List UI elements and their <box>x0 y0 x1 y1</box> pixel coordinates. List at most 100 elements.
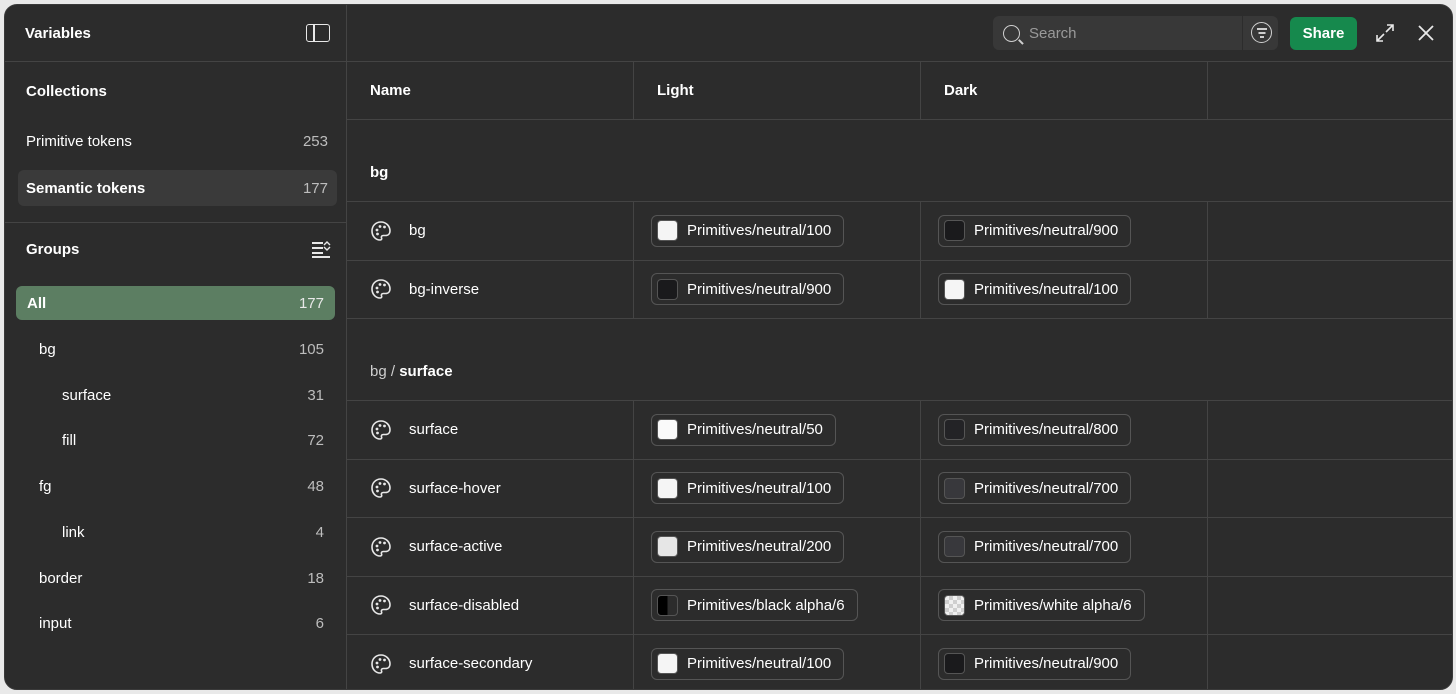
variable-name-cell[interactable]: bg <box>347 202 634 260</box>
light-value-cell[interactable]: Primitives/neutral/100 <box>634 459 921 517</box>
palette-icon <box>370 220 392 242</box>
empty-cell <box>1208 261 1452 319</box>
alias-chip[interactable]: Primitives/neutral/200 <box>651 530 845 563</box>
variable-name-cell[interactable]: surface-active <box>347 518 634 576</box>
alias-label: Primitives/neutral/900 <box>687 280 832 298</box>
variable-name-cell[interactable]: surface-secondary <box>347 635 634 689</box>
alias-label: Primitives/neutral/100 <box>687 222 832 240</box>
alias-chip[interactable]: Primitives/neutral/900 <box>651 273 845 306</box>
column-header-dark[interactable]: Dark <box>921 62 1208 119</box>
light-value-cell[interactable]: Primitives/black alpha/6 <box>634 576 921 634</box>
sort-groups-icon[interactable] <box>312 240 332 258</box>
variable-name: surface-active <box>409 538 503 556</box>
share-button[interactable]: Share <box>1290 17 1357 50</box>
expand-icon[interactable] <box>1375 23 1395 43</box>
collections-section: Collections Primitive tokens 253 Semanti… <box>5 62 346 223</box>
table-row[interactable]: surface-disabled Primitives/black alpha/6… <box>347 576 1452 635</box>
toolbar: Share <box>347 5 1452 62</box>
table-row[interactable]: surface-hover Primitives/neutral/100 Primi… <box>347 459 1452 518</box>
variable-name-cell[interactable]: surface-disabled <box>347 576 634 634</box>
search-box[interactable] <box>993 16 1278 50</box>
color-swatch <box>657 594 678 616</box>
alias-chip[interactable]: Primitives/neutral/100 <box>651 647 845 680</box>
column-header-name[interactable]: Name <box>347 62 634 119</box>
table-row[interactable]: bg Primitives/neutral/100 Primitives/neutr… <box>347 202 1452 261</box>
groups-heading: Groups <box>26 240 80 258</box>
variable-name-cell[interactable]: surface-hover <box>347 459 634 517</box>
sidebar-header: Variables <box>5 5 346 62</box>
table-row[interactable]: surface-active Primitives/neutral/200 Prim… <box>347 518 1452 577</box>
color-swatch <box>657 653 678 675</box>
group-label: link <box>62 523 85 541</box>
collection-semantic-tokens[interactable]: Semantic tokens 177 <box>18 170 337 206</box>
collection-label: Primitive tokens <box>26 132 132 150</box>
group-item-all[interactable]: All 177 <box>16 286 335 320</box>
group-item-fg[interactable]: fg 48 <box>16 469 335 503</box>
group-count: 4 <box>315 523 324 541</box>
empty-cell <box>1208 202 1452 260</box>
alias-label: Primitives/neutral/800 <box>974 421 1119 439</box>
group-label: bg <box>39 340 56 358</box>
collection-primitive-tokens[interactable]: Primitive tokens 253 <box>18 123 337 159</box>
color-swatch <box>657 419 678 441</box>
group-item-link[interactable]: link 4 <box>16 515 335 549</box>
alias-chip[interactable]: Primitives/neutral/100 <box>938 273 1132 306</box>
group-label: fill <box>62 431 77 449</box>
alias-chip[interactable]: Primitives/neutral/900 <box>938 647 1132 680</box>
light-value-cell[interactable]: Primitives/neutral/100 <box>634 202 921 260</box>
variable-name: surface-disabled <box>409 596 520 614</box>
table-row[interactable]: bg-inverse Primitives/neutral/900 Primitiv… <box>347 260 1452 319</box>
group-count: 48 <box>307 477 324 495</box>
alias-chip[interactable]: Primitives/neutral/100 <box>651 214 845 247</box>
variable-name: bg-inverse <box>409 280 480 298</box>
column-header-light[interactable]: Light <box>634 62 921 119</box>
light-value-cell[interactable]: Primitives/neutral/100 <box>634 635 921 689</box>
dark-value-cell[interactable]: Primitives/neutral/900 <box>921 202 1208 260</box>
groups-header: Groups <box>5 240 347 258</box>
table-row[interactable]: surface-secondary Primitives/neutral/100 P… <box>347 635 1452 689</box>
dark-value-cell[interactable]: Primitives/neutral/700 <box>921 518 1208 576</box>
empty-cell <box>1208 577 1452 635</box>
group-item-surface[interactable]: surface 31 <box>16 378 335 412</box>
alias-chip[interactable]: Primitives/neutral/800 <box>938 413 1132 446</box>
light-value-cell[interactable]: Primitives/neutral/900 <box>634 260 921 318</box>
alias-chip[interactable]: Primitives/neutral/100 <box>651 472 845 505</box>
group-item-fill[interactable]: fill 72 <box>16 423 335 457</box>
dark-value-cell[interactable]: Primitives/neutral/800 <box>921 401 1208 459</box>
alias-chip[interactable]: Primitives/black alpha/6 <box>651 589 858 622</box>
palette-icon <box>370 419 392 441</box>
close-icon[interactable] <box>1416 23 1436 43</box>
filter-icon[interactable] <box>1251 22 1272 43</box>
group-heading-label: surface <box>399 363 453 380</box>
group-label: All <box>27 294 47 312</box>
light-value-cell[interactable]: Primitives/neutral/200 <box>634 518 921 576</box>
alias-chip[interactable]: Primitives/white alpha/6 <box>938 589 1145 622</box>
alias-chip[interactable]: Primitives/neutral/50 <box>651 413 836 446</box>
dark-value-cell[interactable]: Primitives/white alpha/6 <box>921 576 1208 634</box>
group-item-input[interactable]: input 6 <box>16 606 335 640</box>
search-input[interactable] <box>1029 24 1234 42</box>
toggle-sidebar-icon[interactable] <box>306 24 330 42</box>
table-row[interactable]: surface Primitives/neutral/50 Primitives/n… <box>347 401 1452 460</box>
variable-name-cell[interactable]: surface <box>347 401 634 459</box>
alias-chip[interactable]: Primitives/neutral/700 <box>938 530 1132 563</box>
variable-name-cell[interactable]: bg-inverse <box>347 260 634 318</box>
group-label: fg <box>39 477 52 495</box>
alias-label: Primitives/neutral/100 <box>687 655 832 673</box>
alias-label: Primitives/neutral/700 <box>974 538 1119 556</box>
group-label: border <box>39 569 83 587</box>
dark-value-cell[interactable]: Primitives/neutral/100 <box>921 260 1208 318</box>
group-heading-bg: bg <box>347 120 1452 202</box>
group-item-border[interactable]: border 18 <box>16 561 335 595</box>
dark-value-cell[interactable]: Primitives/neutral/700 <box>921 459 1208 517</box>
dark-value-cell[interactable]: Primitives/neutral/900 <box>921 635 1208 689</box>
alias-chip[interactable]: Primitives/neutral/700 <box>938 472 1132 505</box>
palette-icon <box>370 653 392 675</box>
empty-cell <box>1208 635 1452 689</box>
alias-chip[interactable]: Primitives/neutral/900 <box>938 214 1132 247</box>
alias-label: Primitives/neutral/900 <box>974 222 1119 240</box>
group-item-bg[interactable]: bg 105 <box>16 332 335 366</box>
window-title: Variables <box>25 24 91 42</box>
main-panel: Share Name Light Dark bg bg Primitives/ne… <box>347 5 1452 689</box>
light-value-cell[interactable]: Primitives/neutral/50 <box>634 401 921 459</box>
